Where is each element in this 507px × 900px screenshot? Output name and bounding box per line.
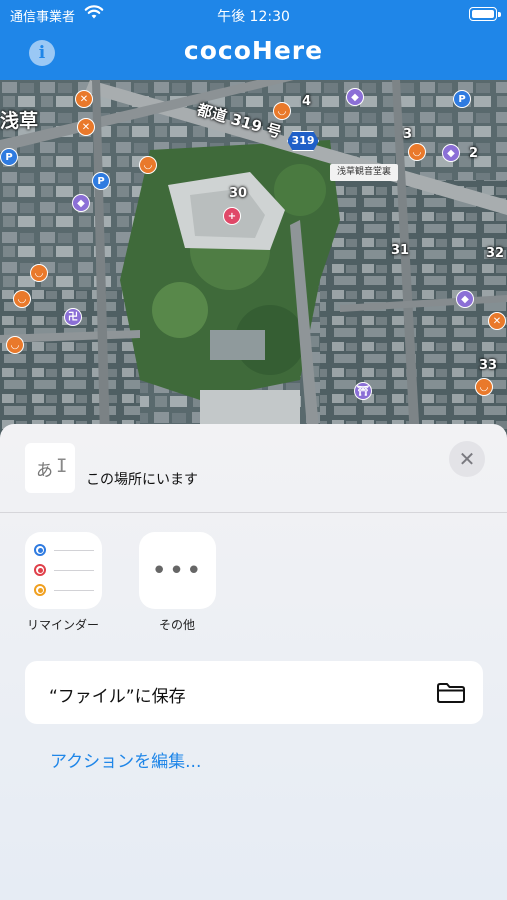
shop-icon[interactable]: ◆ (346, 88, 364, 106)
edit-actions-link[interactable]: アクションを編集... (50, 747, 201, 772)
more-apps-label: その他 (158, 618, 195, 632)
cafe-icon[interactable]: ◡ (408, 143, 426, 161)
reminders-app-label: リマインダー (26, 618, 99, 632)
block-number: 30 (229, 186, 248, 201)
parking-icon[interactable]: P (0, 148, 18, 166)
block-number: 32 (486, 246, 505, 261)
text-cursor-icon: I (56, 455, 68, 477)
document-thumbnail: あ I (25, 443, 75, 493)
divider (0, 512, 507, 513)
block-number: 33 (479, 358, 498, 373)
temple-icon[interactable]: 卍 (64, 308, 82, 326)
cafe-icon[interactable]: ◡ (30, 264, 48, 282)
cafe-icon[interactable]: ◡ (273, 102, 291, 120)
app-header: 通信事業者 午後 12:30 i cocoHere (0, 0, 507, 80)
parking-icon[interactable]: P (453, 90, 471, 108)
shop-icon[interactable]: ◆ (72, 194, 90, 212)
parking-icon[interactable]: P (92, 172, 110, 190)
battery-icon (469, 7, 501, 21)
more-apps-button[interactable]: ••• (139, 532, 216, 609)
block-number: 4 (302, 94, 312, 109)
more-icon: ••• (151, 556, 204, 586)
route-shield: 319 (287, 131, 319, 151)
restaurant-icon[interactable]: ✕ (488, 312, 506, 330)
block-number: 2 (469, 146, 479, 161)
app-title: cocoHere (183, 36, 324, 65)
restaurant-icon[interactable]: ✕ (75, 90, 93, 108)
shrine-icon[interactable]: ⛩ (354, 382, 372, 400)
cafe-icon[interactable]: ◡ (6, 336, 24, 354)
hospital-icon[interactable]: + (223, 207, 241, 225)
status-bar: 通信事業者 午後 12:30 (0, 0, 507, 28)
cafe-icon[interactable]: ◡ (139, 156, 157, 174)
cafe-icon[interactable]: ◡ (13, 290, 31, 308)
close-button[interactable]: ✕ (449, 441, 485, 477)
status-time: 午後 12:30 (217, 9, 290, 25)
share-sheet: あ I この場所にいます ✕ リマインダー ••• その他 “ファイル”に保存 … (0, 424, 507, 900)
reminder-row (34, 584, 94, 597)
reminders-app-button[interactable] (25, 532, 102, 609)
text-icon: あ (36, 461, 53, 481)
share-title: この場所にいます (86, 472, 198, 488)
reminder-row (34, 564, 94, 577)
reminder-row (34, 544, 94, 557)
cafe-icon[interactable]: ◡ (475, 378, 493, 396)
shop-icon[interactable]: ◆ (442, 144, 460, 162)
station-sign: 浅草観音堂裏 (330, 164, 398, 181)
block-number: 3 (403, 127, 413, 142)
save-to-files-label: “ファイル”に保存 (49, 687, 186, 707)
restaurant-icon[interactable]: ✕ (77, 118, 95, 136)
block-number: 31 (391, 243, 410, 258)
satellite-map[interactable]: 浅草 都道 319 号 319 浅草観音堂裏 30 31 32 33 4 3 2… (0, 80, 507, 440)
shop-icon[interactable]: ◆ (456, 290, 474, 308)
district-label: 浅草 (0, 110, 39, 132)
folder-icon (437, 683, 465, 703)
save-to-files-button[interactable]: “ファイル”に保存 (25, 661, 483, 724)
